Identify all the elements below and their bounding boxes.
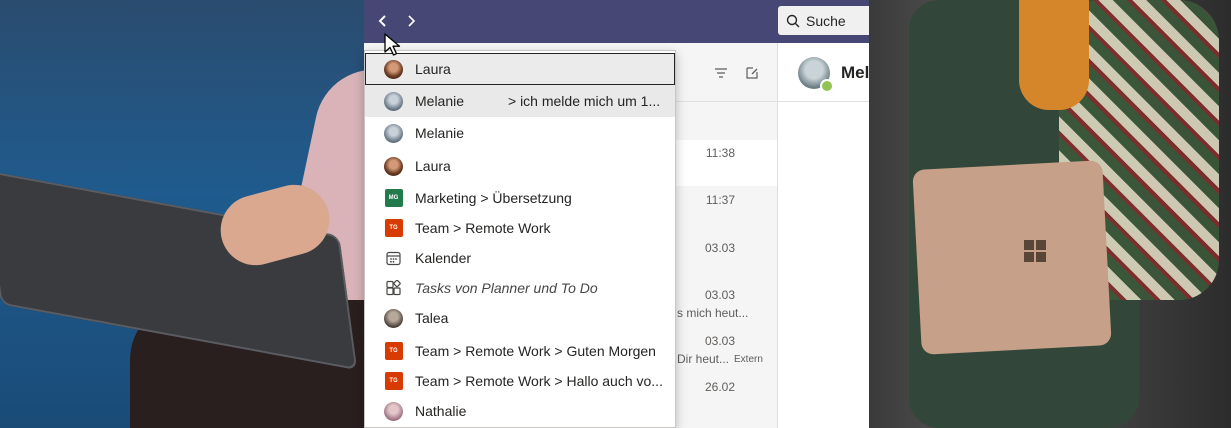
team-tile-icon: TG bbox=[384, 372, 403, 390]
title-bar: Suche bbox=[364, 0, 869, 43]
history-item-melanie[interactable]: Melanie bbox=[365, 117, 675, 149]
avatar bbox=[384, 59, 403, 79]
photo-laptop bbox=[912, 160, 1112, 355]
chat-header: Mel bbox=[778, 43, 869, 102]
avatar bbox=[384, 156, 403, 176]
history-item-label: Talea bbox=[415, 310, 449, 326]
filter-icon[interactable] bbox=[713, 65, 729, 81]
avatar bbox=[384, 91, 403, 111]
new-chat-icon[interactable] bbox=[744, 65, 760, 81]
search-icon bbox=[786, 14, 800, 27]
history-item-context: > ich melde mich um 1... bbox=[508, 93, 661, 109]
chat-pane: Mel bbox=[777, 43, 869, 428]
calendar-icon bbox=[386, 251, 401, 265]
history-item-label: Team > Remote Work > Guten Morgen bbox=[415, 343, 656, 359]
back-button[interactable] bbox=[372, 10, 394, 32]
chat-preview: Dir heut... bbox=[677, 352, 730, 366]
chat-time: 26.02 bbox=[704, 380, 735, 394]
history-item-label: Melanie bbox=[415, 125, 465, 141]
avatar bbox=[384, 308, 403, 328]
chat-time: 11:37 bbox=[705, 193, 735, 207]
avatar bbox=[384, 123, 403, 143]
tasks-app-icon bbox=[386, 279, 401, 295]
chat-time: 11:38 bbox=[705, 146, 735, 160]
history-item-label: Marketing > Übersetzung bbox=[415, 190, 572, 206]
team-tile-icon: MG bbox=[384, 189, 403, 207]
chevron-left-icon bbox=[378, 15, 386, 27]
history-item-label: Laura bbox=[415, 61, 451, 77]
history-item-marketing-translation[interactable]: MG Marketing > Übersetzung bbox=[365, 182, 675, 214]
navigation-history-menu: Laura Melanie > ich melde mich um 1... M… bbox=[364, 50, 676, 428]
history-item-calendar[interactable]: Kalender bbox=[365, 242, 675, 274]
background-photo-left bbox=[0, 0, 364, 428]
forward-button[interactable] bbox=[400, 10, 422, 32]
history-item-team-remote-work[interactable]: TG Team > Remote Work bbox=[365, 212, 675, 244]
history-item-nathalie[interactable]: Nathalie bbox=[365, 395, 675, 427]
avatar bbox=[384, 401, 403, 421]
history-item-laura[interactable]: Laura bbox=[365, 53, 675, 85]
external-badge: Extern bbox=[734, 354, 763, 365]
history-item-label: Laura bbox=[415, 158, 451, 174]
chat-time: 03.03 bbox=[704, 334, 735, 348]
team-tile-icon: TG bbox=[384, 342, 403, 360]
chat-time: 03.03 bbox=[704, 241, 735, 255]
mouse-cursor-icon bbox=[384, 33, 401, 56]
chat-preview: s mich heut... bbox=[677, 306, 749, 320]
search-placeholder: Suche bbox=[806, 12, 846, 29]
history-item-talea[interactable]: Talea bbox=[365, 302, 675, 334]
chat-time: 03.03 bbox=[704, 288, 735, 302]
history-item-label: Melanie bbox=[415, 93, 465, 109]
presence-available-icon bbox=[820, 79, 834, 93]
background-photo-right bbox=[869, 0, 1231, 428]
history-item-hallo[interactable]: TG Team > Remote Work > Hallo auch vo... bbox=[365, 365, 675, 397]
team-tile-icon: TG bbox=[384, 219, 403, 237]
history-item-label: Tasks von Planner und To Do bbox=[415, 280, 598, 296]
search-box[interactable]: Suche bbox=[778, 6, 869, 35]
photo-scarf bbox=[1019, 0, 1089, 110]
history-item-melanie[interactable]: Melanie > ich melde mich um 1... bbox=[365, 85, 675, 117]
windows-logo bbox=[1024, 240, 1046, 262]
history-item-label: Team > Remote Work bbox=[415, 220, 551, 236]
history-item-tasks[interactable]: Tasks von Planner und To Do bbox=[365, 272, 675, 304]
history-item-guten-morgen[interactable]: TG Team > Remote Work > Guten Morgen bbox=[365, 335, 675, 367]
history-item-label: Team > Remote Work > Hallo auch vo... bbox=[415, 373, 663, 389]
chevron-right-icon bbox=[408, 15, 416, 27]
history-item-label: Nathalie bbox=[415, 403, 467, 419]
history-item-label: Kalender bbox=[415, 250, 472, 266]
history-item-laura[interactable]: Laura bbox=[365, 150, 675, 182]
chat-title[interactable]: Mel bbox=[841, 63, 869, 83]
